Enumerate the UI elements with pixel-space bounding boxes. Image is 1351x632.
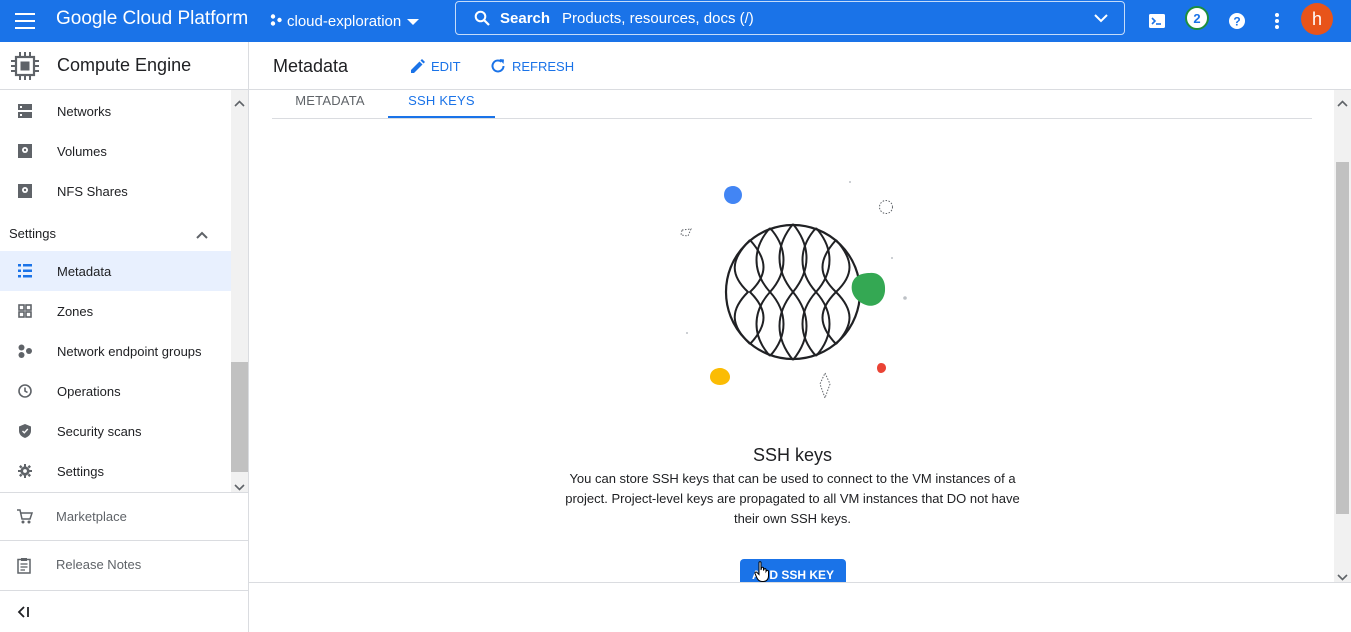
- sidebar-item-nfs-shares[interactable]: NFS Shares: [0, 171, 231, 211]
- sidebar-item-security-scans[interactable]: Security scans: [0, 411, 231, 451]
- sidebar-item-label: Operations: [57, 384, 121, 399]
- sidebar: Compute Engine Networks Volumes NFS Shar…: [0, 42, 249, 632]
- more-vert-icon[interactable]: [1264, 8, 1290, 34]
- volumes-icon: [17, 143, 33, 159]
- operations-icon: [17, 383, 33, 399]
- sidebar-item-label: Network endpoint groups: [57, 344, 202, 359]
- notification-badge[interactable]: 2: [1185, 6, 1209, 30]
- compute-engine-icon: [10, 51, 40, 86]
- shield-icon: [17, 423, 33, 439]
- tab-metadata[interactable]: METADATA: [272, 90, 388, 118]
- empty-state-description: You can store SSH keys that can be used …: [565, 471, 1020, 526]
- page-title: Metadata: [273, 56, 349, 76]
- sidebar-scrollbar[interactable]: [231, 90, 248, 492]
- networks-icon: [17, 103, 33, 119]
- chevron-down-icon: [407, 13, 420, 30]
- sidebar-item-zones[interactable]: Zones: [0, 291, 231, 331]
- scrollbar-thumb[interactable]: [1336, 162, 1349, 514]
- project-name: cloud-exploration: [287, 12, 402, 30]
- help-icon[interactable]: ?: [1224, 8, 1250, 34]
- scroll-up-icon[interactable]: [234, 94, 245, 112]
- search-input[interactable]: Search Products, resources, docs (/): [455, 1, 1125, 35]
- search-placeholder: Products, resources, docs (/): [562, 9, 754, 27]
- sidebar-item-network-endpoint-groups[interactable]: Network endpoint groups: [0, 331, 231, 371]
- refresh-label: REFRESH: [512, 58, 575, 74]
- main-scrollbar[interactable]: [1334, 90, 1351, 582]
- refresh-button[interactable]: REFRESH: [490, 55, 574, 77]
- sidebar-item-label: Security scans: [57, 424, 142, 439]
- release-notes-icon: [17, 558, 31, 579]
- edit-button[interactable]: EDIT: [410, 55, 461, 77]
- sidebar-item-settings[interactable]: Settings: [0, 451, 231, 491]
- chevron-up-icon: [196, 226, 208, 244]
- edit-label: EDIT: [431, 58, 461, 74]
- sidebar-item-label: Zones: [57, 304, 94, 319]
- sidebar-item-operations[interactable]: Operations: [0, 371, 231, 411]
- gear-icon: [17, 463, 33, 479]
- collapse-icon: [17, 605, 31, 623]
- product-title: Compute Engine: [57, 55, 192, 75]
- scroll-up-icon[interactable]: [1337, 94, 1348, 112]
- svg-text:?: ?: [1233, 15, 1240, 29]
- nfs-shares-icon: [17, 183, 33, 199]
- scrollbar-thumb[interactable]: [231, 362, 248, 472]
- refresh-icon: [490, 58, 506, 74]
- brand-title[interactable]: Google Cloud Platform: [56, 8, 248, 30]
- sidebar-item-networks[interactable]: Networks: [0, 91, 231, 131]
- ssh-keys-illustration: [670, 170, 920, 415]
- search-label: Search: [500, 9, 551, 27]
- empty-state-title: SSH keys: [752, 445, 833, 465]
- hand-cursor-icon: [754, 561, 770, 588]
- collapse-sidebar-button[interactable]: [0, 590, 248, 632]
- sidebar-item-label: NFS Shares: [57, 184, 128, 199]
- scroll-down-icon[interactable]: [1337, 568, 1348, 586]
- divider: [249, 582, 1351, 583]
- sidebar-item-label: Volumes: [57, 144, 107, 159]
- marketplace-label: Marketplace: [56, 509, 127, 524]
- sidebar-item-marketplace[interactable]: Marketplace: [0, 492, 248, 540]
- cart-icon: [17, 509, 34, 529]
- project-selector[interactable]: cloud-exploration: [270, 10, 420, 32]
- metadata-icon: [17, 263, 33, 279]
- zones-icon: [17, 303, 33, 319]
- menu-icon[interactable]: [12, 7, 40, 35]
- page-header: Metadata EDIT REFRESH: [249, 42, 1351, 90]
- project-icon: [270, 13, 282, 30]
- top-bar: Google Cloud Platform cloud-exploration …: [0, 0, 1351, 42]
- sidebar-item-label: Metadata: [57, 264, 112, 279]
- tab-ssh-keys[interactable]: SSH KEYS: [388, 90, 495, 118]
- product-header: Compute Engine: [0, 42, 248, 90]
- avatar[interactable]: h: [1301, 3, 1333, 35]
- sidebar-item-label: Settings: [57, 464, 104, 479]
- search-icon: [474, 10, 490, 26]
- sidebar-item-metadata[interactable]: Metadata: [0, 251, 231, 291]
- sidebar-section-settings[interactable]: Settings: [0, 213, 231, 253]
- pencil-icon: [410, 58, 425, 74]
- section-title: Settings: [9, 226, 56, 241]
- sidebar-item-release-notes[interactable]: Release Notes: [0, 540, 248, 590]
- cloud-shell-icon[interactable]: [1144, 8, 1170, 34]
- release-notes-label: Release Notes: [56, 557, 142, 572]
- tab-bar: METADATA SSH KEYS: [272, 90, 1312, 119]
- sidebar-item-volumes[interactable]: Volumes: [0, 131, 231, 171]
- network-endpoint-groups-icon: [17, 343, 33, 359]
- sidebar-item-label: Networks: [57, 104, 112, 119]
- search-chevron-down-icon[interactable]: [1094, 13, 1108, 23]
